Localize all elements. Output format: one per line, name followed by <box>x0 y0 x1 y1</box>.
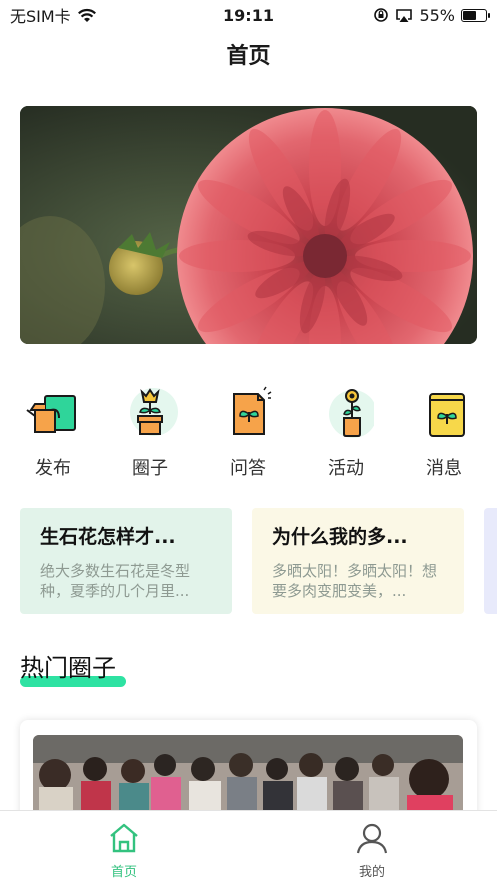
question-card-title: 为什么我的多... <box>272 526 408 548</box>
potted-flower-icon <box>130 388 178 436</box>
question-card-title: 生石花怎样才... <box>40 526 176 548</box>
question-card[interactable]: 为什么我的多... 多晒太阳！多晒太阳！想要多肉变肥变美，... <box>252 508 464 614</box>
battery-percent: 55% <box>419 5 455 25</box>
battery-level <box>463 10 477 20</box>
tab-home[interactable]: 首页 <box>84 821 164 880</box>
quick-entry-message[interactable]: 消息 <box>409 384 479 480</box>
seed-packet-icon <box>233 386 272 435</box>
quick-entry-row: 发布 圈子 问答 活动 消息 <box>0 384 497 484</box>
quick-entry-activity[interactable]: 活动 <box>311 384 381 480</box>
question-card-row[interactable]: 生石花怎样才... 绝大多数生石花是冬型种，夏季的几个月里... 为什么我的多.… <box>20 508 497 614</box>
quick-entry-publish[interactable]: 发布 <box>18 384 88 480</box>
banner-image[interactable] <box>20 106 477 344</box>
tab-label: 我的 <box>358 865 385 880</box>
page-title: 首页 <box>226 44 271 69</box>
question-card[interactable]: 生石花怎样才... 绝大多数生石花是冬型种，夏季的几个月里... <box>20 508 232 614</box>
battery-icon <box>461 8 490 22</box>
status-left: 无SIM卡 <box>10 3 97 27</box>
tab-label: 首页 <box>110 865 137 880</box>
orientation-lock-icon <box>374 8 389 22</box>
quick-entry-label: 发布 <box>35 458 71 479</box>
user-icon <box>356 823 388 854</box>
quick-entry-label: 问答 <box>230 458 266 479</box>
question-card-desc: 绝大多数生石花是冬型种，夏季的几个月里... <box>40 562 191 600</box>
carrier-label: 无SIM卡 <box>10 7 71 26</box>
question-card-partial[interactable] <box>484 508 497 614</box>
tab-mine[interactable]: 我的 <box>332 821 412 880</box>
home-icon <box>110 823 138 853</box>
section-title: 热门圈子 <box>20 654 116 682</box>
airplay-icon <box>396 8 413 22</box>
wifi-icon <box>77 8 96 22</box>
quick-entry-circle[interactable]: 圈子 <box>115 384 185 480</box>
watering-can-icon <box>26 395 76 433</box>
tab-bar: 首页 我的 <box>0 810 497 883</box>
quick-entry-label: 活动 <box>328 458 364 479</box>
quick-entry-label: 消息 <box>426 458 462 479</box>
status-right: 55% <box>373 5 490 25</box>
flower-vase-icon <box>329 389 374 438</box>
quick-entry-label: 圈子 <box>132 458 168 479</box>
question-card-desc: 多晒太阳！多晒太阳！想要多肉变肥变美，... <box>272 562 438 600</box>
status-bar: 无SIM卡 19:11 55% <box>0 0 497 30</box>
quick-entry-qa[interactable]: 问答 <box>213 384 283 480</box>
seed-bag-icon <box>429 393 465 437</box>
dahlia-photo <box>20 106 477 344</box>
